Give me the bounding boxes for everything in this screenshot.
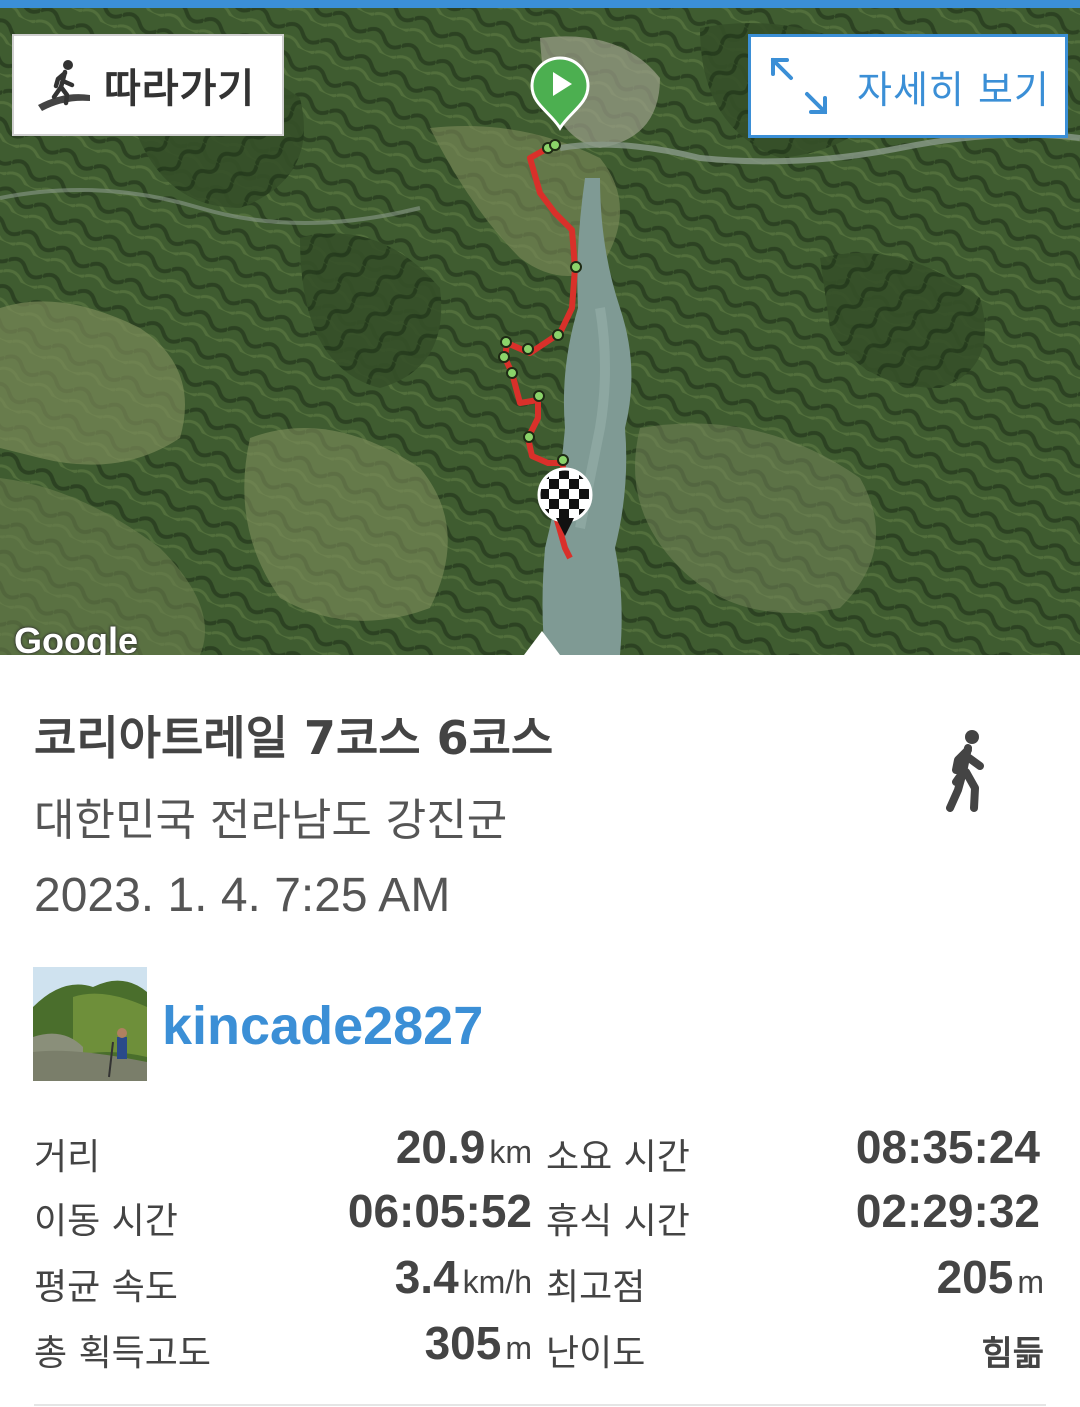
avg-speed-value: 3.4 km/h — [394, 1251, 532, 1303]
rest-time-value: 02:29:32 — [855, 1185, 1040, 1237]
distance-value: 20.9 km — [395, 1121, 532, 1173]
route-map[interactable]: 따라가기 자세히 보기 Google — [0, 8, 1080, 655]
total-ascent-label: 총 획득고도 — [34, 1333, 212, 1374]
total-time-label: 소요 시간 — [546, 1137, 690, 1178]
distance-label: 거리 — [34, 1137, 101, 1178]
total-time-value: 08:35:24 — [855, 1121, 1040, 1173]
moving-time-value: 06:05:52 — [347, 1185, 532, 1237]
moving-time-label: 이동 시간 — [34, 1201, 178, 1242]
user-avatar[interactable] — [33, 967, 147, 1081]
difficulty-label: 난이도 — [546, 1333, 646, 1374]
activity-location: 대한민국 전라남도 강진군 — [34, 795, 508, 846]
avg-speed-label: 평균 속도 — [34, 1267, 178, 1308]
stats-row-2: 이동 시간 06:05:52 휴식 시간 02:29:32 — [0, 1184, 1080, 1248]
follow-label: 따라가기 — [104, 66, 256, 112]
follow-trail-icon — [38, 60, 90, 111]
view-detail-button[interactable]: 자세히 보기 — [748, 34, 1068, 138]
max-elevation-value: 205 m — [936, 1251, 1044, 1303]
walking-person-icon — [946, 730, 984, 812]
rest-time-label: 휴식 시간 — [546, 1201, 690, 1242]
follow-button[interactable]: 따라가기 — [12, 34, 284, 136]
activity-title: 코리아트레일 7코스 6코스 — [34, 711, 554, 765]
stats-row-1: 거리 20.9 km 소요 시간 08:35:24 — [0, 1120, 1080, 1184]
bottom-divider — [34, 1404, 1046, 1406]
difficulty-value: 힘듦 — [981, 1335, 1044, 1373]
top-accent-bar — [0, 0, 1080, 8]
username-link[interactable]: kincade2827 — [162, 995, 483, 1057]
activity-datetime: 2023. 1. 4. 7:25 AM — [34, 869, 451, 922]
view-detail-label: 자세히 보기 — [857, 67, 1050, 112]
stats-row-3: 평균 속도 3.4 km/h 최고점 205 m — [0, 1250, 1080, 1314]
map-pointer-notch — [524, 631, 560, 655]
max-elevation-label: 최고점 — [546, 1267, 646, 1308]
expand-icon — [771, 58, 827, 114]
total-ascent-value: 305 m — [424, 1317, 532, 1369]
google-attribution: Google — [14, 620, 138, 655]
stats-row-4: 총 획득고도 305 m 난이도 힘듦 — [0, 1316, 1080, 1380]
